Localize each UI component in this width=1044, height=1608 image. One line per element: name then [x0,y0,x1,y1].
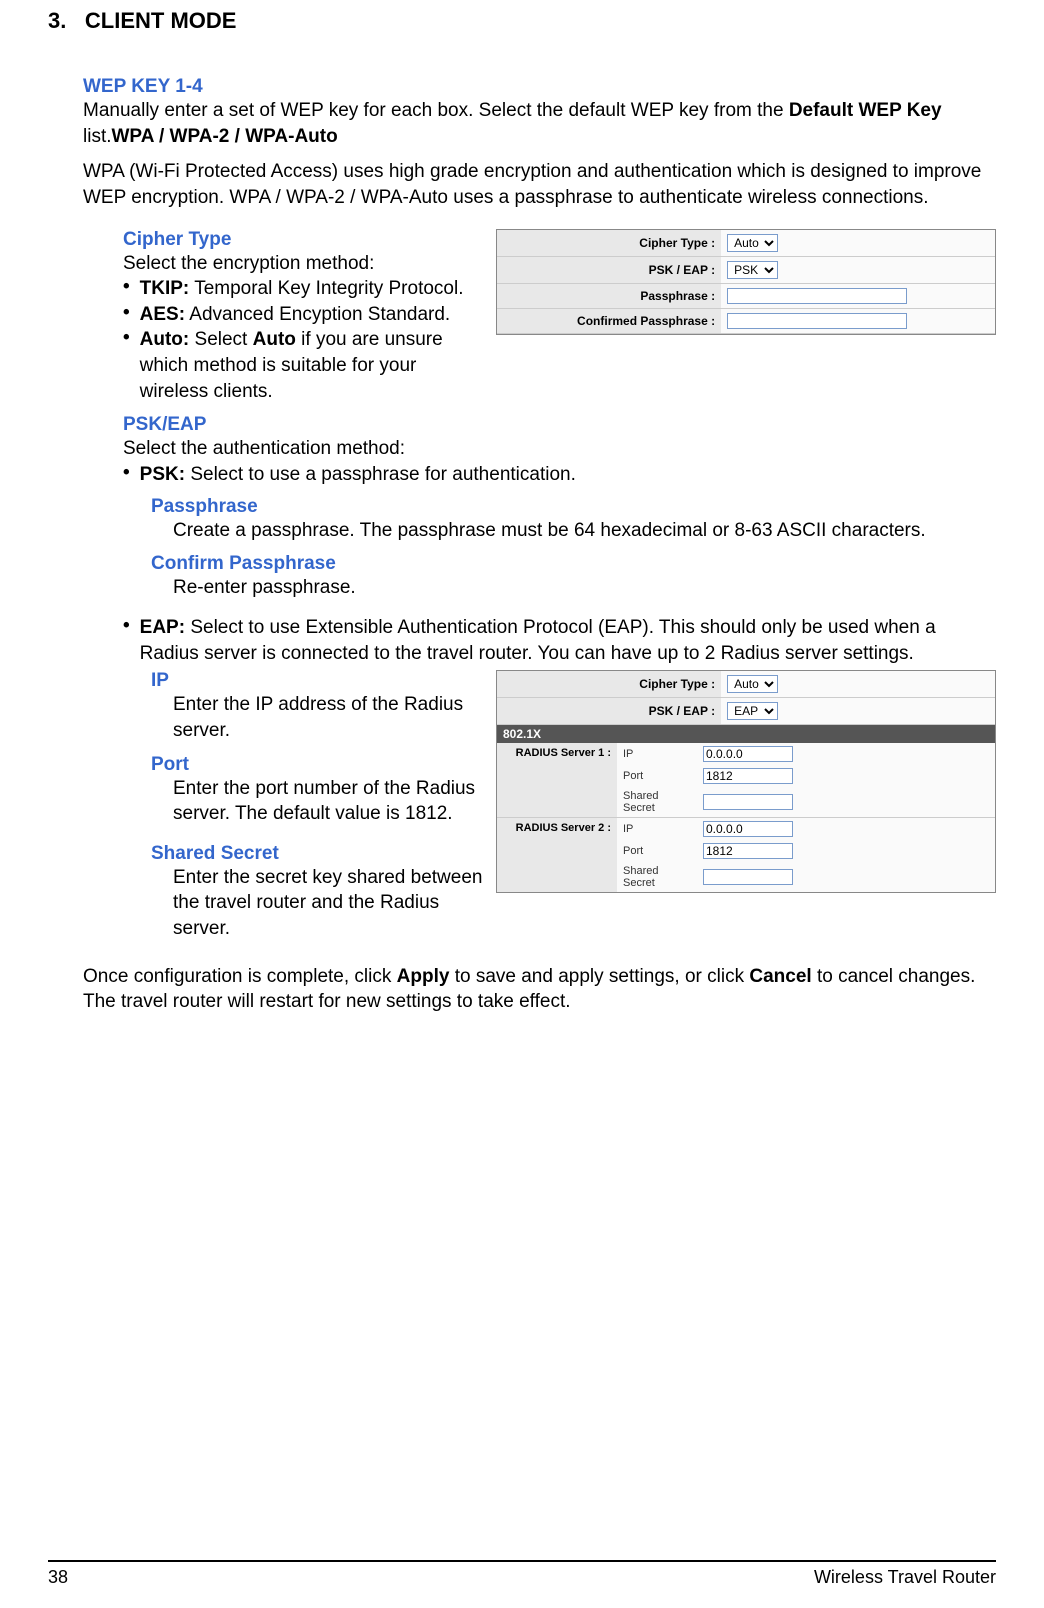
passphrase-text: Create a passphrase. The passphrase must… [173,518,996,544]
fig2-8021x-section: 802.1X [497,725,995,743]
fig2-cipher-select[interactable]: Auto [727,675,778,693]
cipher-aes: AES: Advanced Encyption Standard. [140,302,484,328]
fig1-psk-label: PSK / EAP : [497,256,721,283]
wep-text-pre: Manually enter a set of WEP key for each… [83,100,789,121]
closing-apply-bold: Apply [397,966,450,987]
cipher-auto-bold2: Auto [253,329,296,350]
psk-bold: PSK: [140,464,185,485]
fig2-r1-label: RADIUS Server 1 : [497,743,617,817]
cipher-auto-pre: Select [189,329,252,350]
fig2-r2-label: RADIUS Server 2 : [497,818,617,892]
fig1-cipher-label: Cipher Type : [497,230,721,257]
wep-bold-wpa: WPA / WPA-2 / WPA-Auto [112,126,338,147]
fig1-pass-input[interactable] [727,288,907,304]
fig1-pass-label: Passphrase : [497,283,721,308]
fig2-r1-port-input[interactable] [703,768,793,784]
fig2-cipher-label: Cipher Type : [497,671,721,698]
fig2-r2-ss-input[interactable] [703,869,793,885]
confirm-passphrase-heading: Confirm Passphrase [151,553,996,575]
fig2-r1-ip-l: IP [617,743,697,765]
closing-text: Once configuration is complete, click Ap… [83,964,996,1015]
wpa-intro-text: WPA (Wi-Fi Protected Access) uses high g… [83,159,996,210]
eap-text: Select to use Extensible Authentication … [140,617,936,664]
eap-item: EAP: Select to use Extensible Authentica… [140,615,996,666]
fig1-cipher-select[interactable]: Auto [727,234,778,252]
figure-eap-settings: Cipher Type : Auto PSK / EAP : EAP 802.1… [496,670,996,893]
book-title: Wireless Travel Router [814,1567,996,1588]
closing-p2: to save and apply settings, or click [449,966,749,987]
eap-bold: EAP: [140,617,185,638]
fig2-r2-ss-l: Shared Secret [617,862,697,892]
passphrase-heading: Passphrase [151,496,996,518]
wep-key-text: Manually enter a set of WEP key for each… [83,98,996,149]
cipher-auto: Auto: Select Auto if you are unsure whic… [140,327,484,404]
fig2-r1-port-l: Port [617,765,697,787]
cipher-aes-bold: AES: [140,304,185,325]
confirm-passphrase-text: Re-enter passphrase. [173,575,996,601]
wep-bold-default: Default WEP Key [789,100,942,121]
fig1-cpass-input[interactable] [727,313,907,329]
cipher-auto-bold: Auto: [140,329,190,350]
section-title: CLIENT MODE [85,8,237,33]
fig1-psk-select[interactable]: PSK [727,261,778,279]
wep-text-mid: list. [83,126,112,147]
fig1-cpass-label: Confirmed Passphrase : [497,308,721,333]
closing-p1: Once configuration is complete, click [83,966,397,987]
fig2-r1-ip-input[interactable] [703,746,793,762]
psk-eap-heading: PSK/EAP [123,414,996,436]
fig2-r1-ss-l: Shared Secret [617,787,697,817]
psk-item: PSK: Select to use a passphrase for auth… [140,462,996,488]
psk-eap-intro: Select the authentication method: [123,436,996,462]
fig2-psk-select[interactable]: EAP [727,702,778,720]
page-number: 38 [48,1567,68,1588]
closing-cancel-bold: Cancel [749,966,811,987]
fig2-r2-ip-l: IP [617,818,697,840]
cipher-aes-text: Advanced Encyption Standard. [185,304,450,325]
figure-psk-settings: Cipher Type : Auto PSK / EAP : PSK Passp… [496,229,996,335]
page-footer: 38 Wireless Travel Router [48,1560,996,1588]
cipher-tkip-bold: TKIP: [140,278,190,299]
fig2-r2-port-input[interactable] [703,843,793,859]
cipher-tkip: TKIP: Temporal Key Integrity Protocol. [140,276,484,302]
fig2-r1-ss-input[interactable] [703,794,793,810]
section-number: 3. [48,8,66,33]
fig2-r2-port-l: Port [617,840,697,862]
cipher-tkip-text: Temporal Key Integrity Protocol. [189,278,463,299]
wep-key-heading: WEP KEY 1-4 [83,76,996,98]
fig2-psk-label: PSK / EAP : [497,698,721,725]
psk-text: Select to use a passphrase for authentic… [185,464,576,485]
fig2-r2-ip-input[interactable] [703,821,793,837]
